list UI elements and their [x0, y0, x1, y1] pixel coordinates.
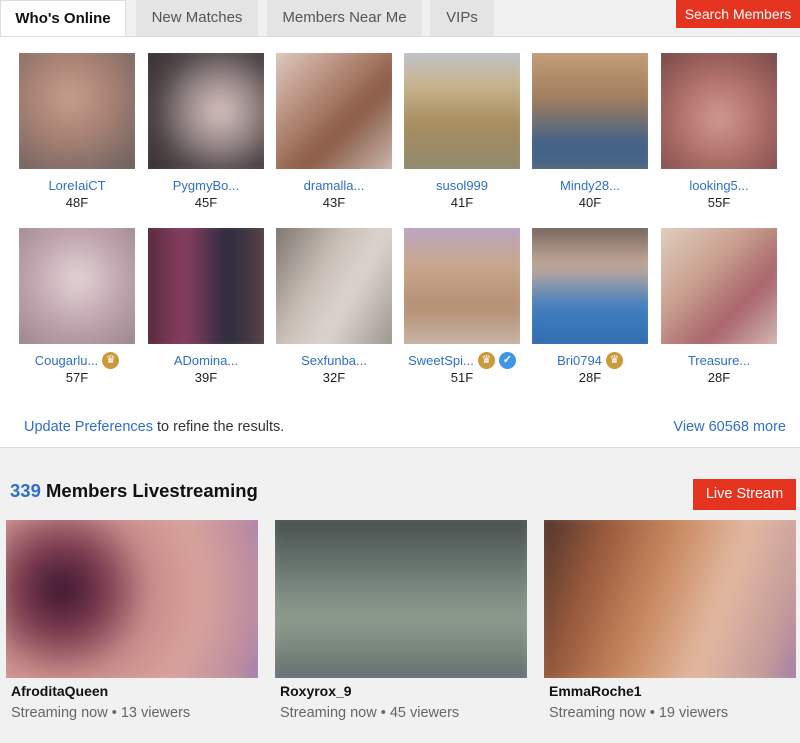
member-age: 41F — [450, 195, 474, 210]
member-photo[interactable] — [532, 53, 648, 169]
stream-thumbnail[interactable] — [275, 520, 527, 678]
member-card[interactable]: Sexfunba... 32F — [276, 228, 392, 385]
livestream-count: 339 — [10, 480, 41, 501]
member-photo[interactable] — [19, 53, 135, 169]
member-username[interactable]: Treasure... — [688, 353, 750, 368]
member-username[interactable]: ADomina... — [174, 353, 238, 368]
member-card[interactable]: looking5... 55F — [661, 53, 777, 210]
member-photo[interactable] — [276, 228, 392, 344]
member-age: 28F — [578, 370, 602, 385]
member-username[interactable]: dramalla... — [304, 178, 365, 193]
member-age: 48F — [65, 195, 89, 210]
member-age: 57F — [65, 370, 89, 385]
member-card[interactable]: PygmyBo... 45F — [148, 53, 264, 210]
streamer-name[interactable]: Roxyrox_9 — [280, 683, 527, 699]
member-username[interactable]: looking5... — [689, 178, 748, 193]
stream-card[interactable]: AfroditaQueen Streaming now • 13 viewers — [6, 520, 258, 721]
stream-thumbnail[interactable] — [544, 520, 796, 678]
verified-check-icon: ✓ — [498, 351, 516, 369]
member-age: 32F — [322, 370, 346, 385]
view-more-link[interactable]: View 60568 more — [673, 419, 786, 435]
member-photo[interactable] — [148, 228, 264, 344]
member-card[interactable]: SweetSpi... ♛ ✓ 51F — [404, 228, 520, 385]
member-card[interactable]: Cougarlu... ♛ 57F — [19, 228, 135, 385]
tab-bar: Who's Online New Matches Members Near Me… — [0, 0, 800, 37]
update-preferences-text: Update Preferences to refine the results… — [24, 419, 284, 435]
member-card[interactable]: susol999 41F — [404, 53, 520, 210]
member-card[interactable]: ADomina... 39F — [148, 228, 264, 385]
member-card[interactable]: dramalla... 43F — [276, 53, 392, 210]
member-photo[interactable] — [148, 53, 264, 169]
member-photo[interactable] — [532, 228, 648, 344]
update-preferences-suffix: to refine the results. — [152, 419, 285, 435]
crown-icon: ♛ — [477, 351, 495, 369]
member-username[interactable]: susol999 — [436, 178, 488, 193]
member-username[interactable]: PygmyBo... — [173, 178, 239, 193]
tab-whos-online[interactable]: Who's Online — [0, 0, 126, 37]
whos-online-panel: LoreIaiCT 48F PygmyBo... 45F dramalla...… — [0, 36, 800, 448]
stream-thumbnail[interactable] — [6, 520, 258, 678]
member-username[interactable]: Mindy28... — [560, 178, 620, 193]
search-members-button[interactable]: Search Members — [676, 0, 800, 28]
member-age: 40F — [578, 195, 602, 210]
member-username[interactable]: Cougarlu... — [35, 353, 99, 368]
livestream-title: Members Livestreaming — [40, 480, 258, 501]
member-photo[interactable] — [276, 53, 392, 169]
member-username[interactable]: Sexfunba... — [301, 353, 367, 368]
streamer-name[interactable]: AfroditaQueen — [11, 683, 258, 699]
member-username[interactable]: SweetSpi... — [408, 353, 474, 368]
member-photo[interactable] — [19, 228, 135, 344]
member-age: 39F — [194, 370, 218, 385]
member-card[interactable]: Treasure... 28F — [661, 228, 777, 385]
member-age: 45F — [194, 195, 218, 210]
member-card[interactable]: Bri0794 ♛ 28F — [532, 228, 648, 385]
member-username[interactable]: Bri0794 — [557, 353, 602, 368]
member-age: 43F — [322, 195, 346, 210]
member-photo[interactable] — [661, 228, 777, 344]
member-username[interactable]: LoreIaiCT — [48, 178, 105, 193]
member-age: 51F — [450, 370, 474, 385]
tab-members-near-me[interactable]: Members Near Me — [267, 0, 422, 36]
member-age: 55F — [707, 195, 731, 210]
tab-new-matches[interactable]: New Matches — [136, 0, 258, 36]
crown-icon: ♛ — [102, 351, 120, 369]
update-preferences-link[interactable]: Update Preferences — [24, 419, 153, 435]
streamer-name[interactable]: EmmaRoche1 — [549, 683, 796, 699]
livestream-heading: 339 Members Livestreaming — [10, 480, 258, 502]
stream-status: Streaming now • 19 viewers — [549, 705, 729, 721]
tab-vips[interactable]: VIPs — [430, 0, 494, 36]
member-photo[interactable] — [404, 53, 520, 169]
stream-card[interactable]: EmmaRoche1 Streaming now • 19 viewers — [544, 520, 796, 721]
member-age: 28F — [707, 370, 731, 385]
live-stream-button[interactable]: Live Stream — [693, 479, 796, 510]
member-card[interactable]: Mindy28... 40F — [532, 53, 648, 210]
stream-status: Streaming now • 45 viewers — [280, 705, 460, 721]
crown-icon: ♛ — [605, 351, 623, 369]
stream-card[interactable]: Roxyrox_9 Streaming now • 45 viewers — [275, 520, 527, 721]
member-photo[interactable] — [661, 53, 777, 169]
member-card[interactable]: LoreIaiCT 48F — [19, 53, 135, 210]
member-photo[interactable] — [404, 228, 520, 344]
stream-status: Streaming now • 13 viewers — [11, 705, 191, 721]
